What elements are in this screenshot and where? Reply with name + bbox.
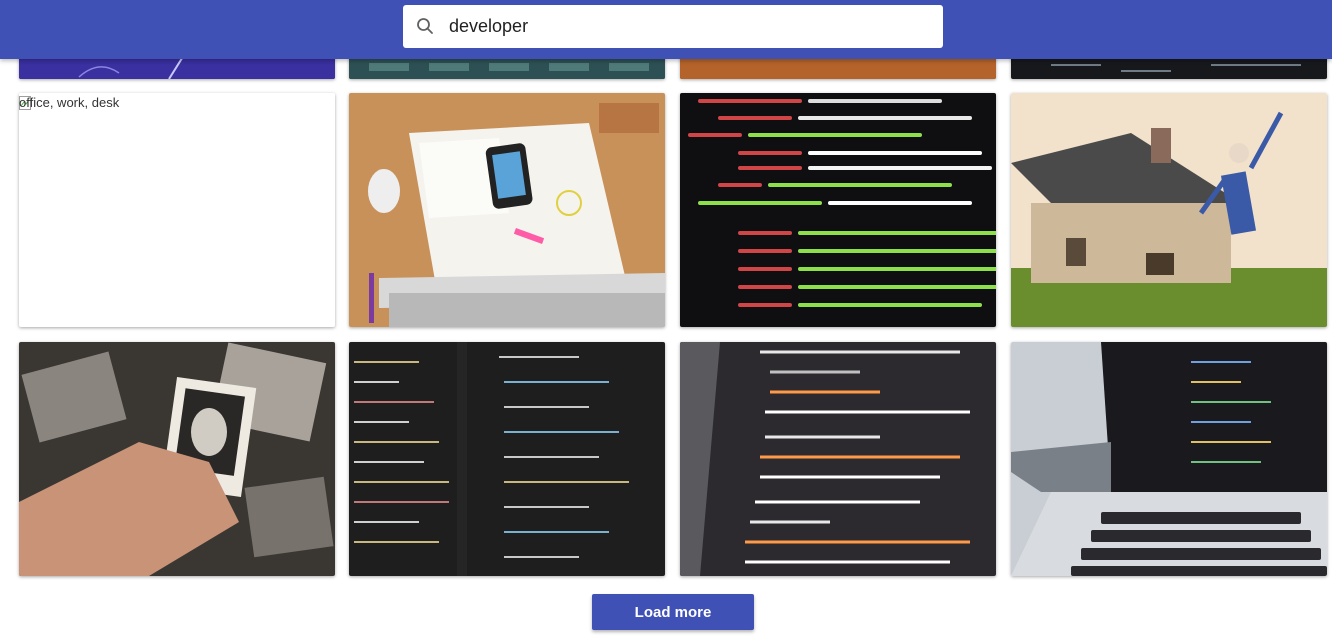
photo-macbook — [1011, 342, 1327, 576]
image-card[interactable] — [1011, 342, 1327, 576]
photo-old-photos — [19, 342, 335, 576]
load-more-button[interactable]: Load more — [592, 594, 754, 630]
photo-laptop-code — [680, 342, 996, 576]
photo-house-jump — [1011, 93, 1327, 327]
image-card-broken[interactable]: office, work, desk — [19, 93, 335, 327]
image-card[interactable] — [349, 342, 665, 576]
image-alt-text: office, work, desk — [19, 95, 120, 110]
search-bar[interactable] — [403, 5, 943, 48]
photo-code-editor — [349, 342, 665, 576]
image-card[interactable] — [680, 93, 996, 327]
image-card[interactable] — [349, 93, 665, 327]
image-card[interactable] — [19, 342, 335, 576]
image-card[interactable] — [1011, 93, 1327, 327]
photo-html-code — [680, 93, 996, 327]
search-input[interactable] — [449, 5, 929, 48]
app-header — [0, 0, 1332, 59]
image-card[interactable] — [680, 342, 996, 576]
photo-desk-sketch — [349, 93, 665, 327]
search-icon — [417, 18, 433, 34]
